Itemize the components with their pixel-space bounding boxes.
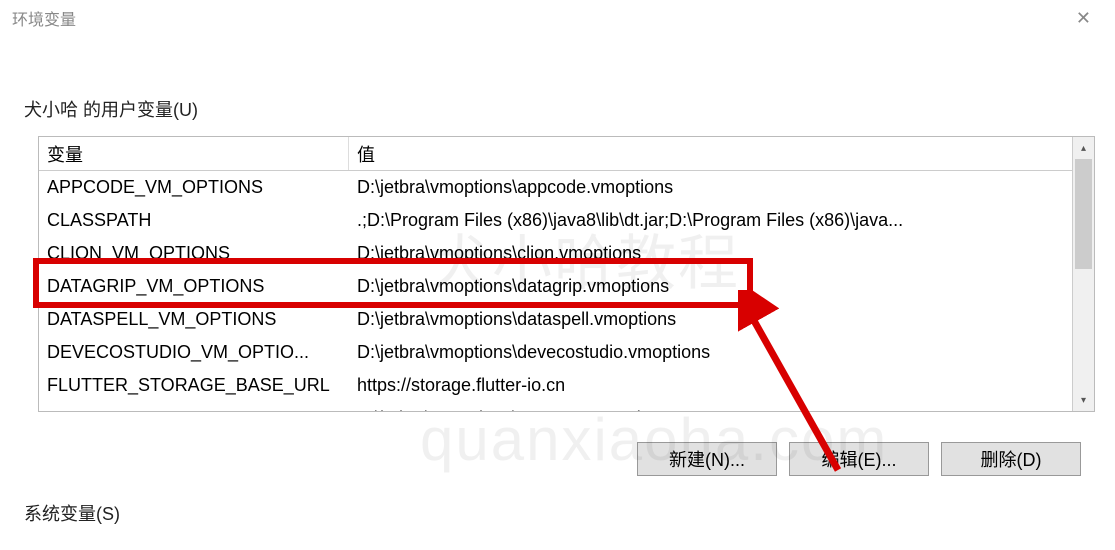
edit-button[interactable]: 编辑(E)... [789, 442, 929, 476]
var-name: CLASSPATH [39, 210, 349, 231]
var-value: D:\jetbra\vmoptions\dataspell.vmoptions [349, 309, 1094, 330]
title-bar: 环境变量 ✕ [0, 0, 1115, 36]
table-row[interactable]: GATEWAY_VM_OPTIONS D:\jetbra\vmoptions\g… [39, 402, 1094, 412]
table-header: 变量 值 [39, 137, 1094, 171]
var-name: CLION_VM_OPTIONS [39, 243, 349, 264]
table-row[interactable]: DATASPELL_VM_OPTIONS D:\jetbra\vmoptions… [39, 303, 1094, 336]
table-row[interactable]: DEVECOSTUDIO_VM_OPTIO... D:\jetbra\vmopt… [39, 336, 1094, 369]
scrollbar[interactable]: ▴ ▾ [1072, 137, 1094, 411]
scroll-up-icon[interactable]: ▴ [1073, 137, 1094, 159]
scroll-down-icon[interactable]: ▾ [1073, 389, 1094, 411]
var-value: https://storage.flutter-io.cn [349, 375, 1094, 396]
window-title: 环境变量 [12, 6, 76, 30]
system-vars-section-title: 系统变量(S) [24, 500, 1095, 526]
new-button[interactable]: 新建(N)... [637, 442, 777, 476]
var-name: APPCODE_VM_OPTIONS [39, 177, 349, 198]
table-row[interactable]: FLUTTER_STORAGE_BASE_URL https://storage… [39, 369, 1094, 402]
content-area: 犬小哈 的用户变量(U) 变量 值 APPCODE_VM_OPTIONS D:\… [0, 36, 1115, 526]
var-value: D:\jetbra\vmoptions\datagrip.vmoptions [349, 276, 1094, 297]
table-row[interactable]: CLASSPATH .;D:\Program Files (x86)\java8… [39, 204, 1094, 237]
table-row[interactable]: DATAGRIP_VM_OPTIONS D:\jetbra\vmoptions\… [39, 270, 1094, 303]
header-name[interactable]: 变量 [39, 137, 349, 170]
var-name: DATAGRIP_VM_OPTIONS [39, 276, 349, 297]
var-value: D:\jetbra\vmoptions\clion.vmoptions [349, 243, 1094, 264]
table-body: APPCODE_VM_OPTIONS D:\jetbra\vmoptions\a… [39, 171, 1094, 412]
var-name: FLUTTER_STORAGE_BASE_URL [39, 375, 349, 396]
user-vars-section-title: 犬小哈 的用户变量(U) [24, 96, 1095, 122]
header-value[interactable]: 值 [349, 137, 1094, 170]
var-name: DATASPELL_VM_OPTIONS [39, 309, 349, 330]
scrollbar-thumb[interactable] [1075, 159, 1092, 269]
var-name: DEVECOSTUDIO_VM_OPTIO... [39, 342, 349, 363]
table-row[interactable]: CLION_VM_OPTIONS D:\jetbra\vmoptions\cli… [39, 237, 1094, 270]
var-name: GATEWAY_VM_OPTIONS [39, 408, 349, 412]
var-value: .;D:\Program Files (x86)\java8\lib\dt.ja… [349, 210, 1094, 231]
var-value: D:\jetbra\vmoptions\appcode.vmoptions [349, 177, 1094, 198]
close-icon[interactable]: ✕ [1064, 4, 1103, 33]
user-vars-table: 变量 值 APPCODE_VM_OPTIONS D:\jetbra\vmopti… [38, 136, 1095, 412]
var-value: D:\jetbra\vmoptions\devecostudio.vmoptio… [349, 342, 1094, 363]
delete-button[interactable]: 删除(D) [941, 442, 1081, 476]
var-value: D:\jetbra\vmoptions\gateway.vmoptions [349, 408, 1094, 412]
user-vars-buttons: 新建(N)... 编辑(E)... 删除(D) [24, 442, 1081, 476]
table-row[interactable]: APPCODE_VM_OPTIONS D:\jetbra\vmoptions\a… [39, 171, 1094, 204]
